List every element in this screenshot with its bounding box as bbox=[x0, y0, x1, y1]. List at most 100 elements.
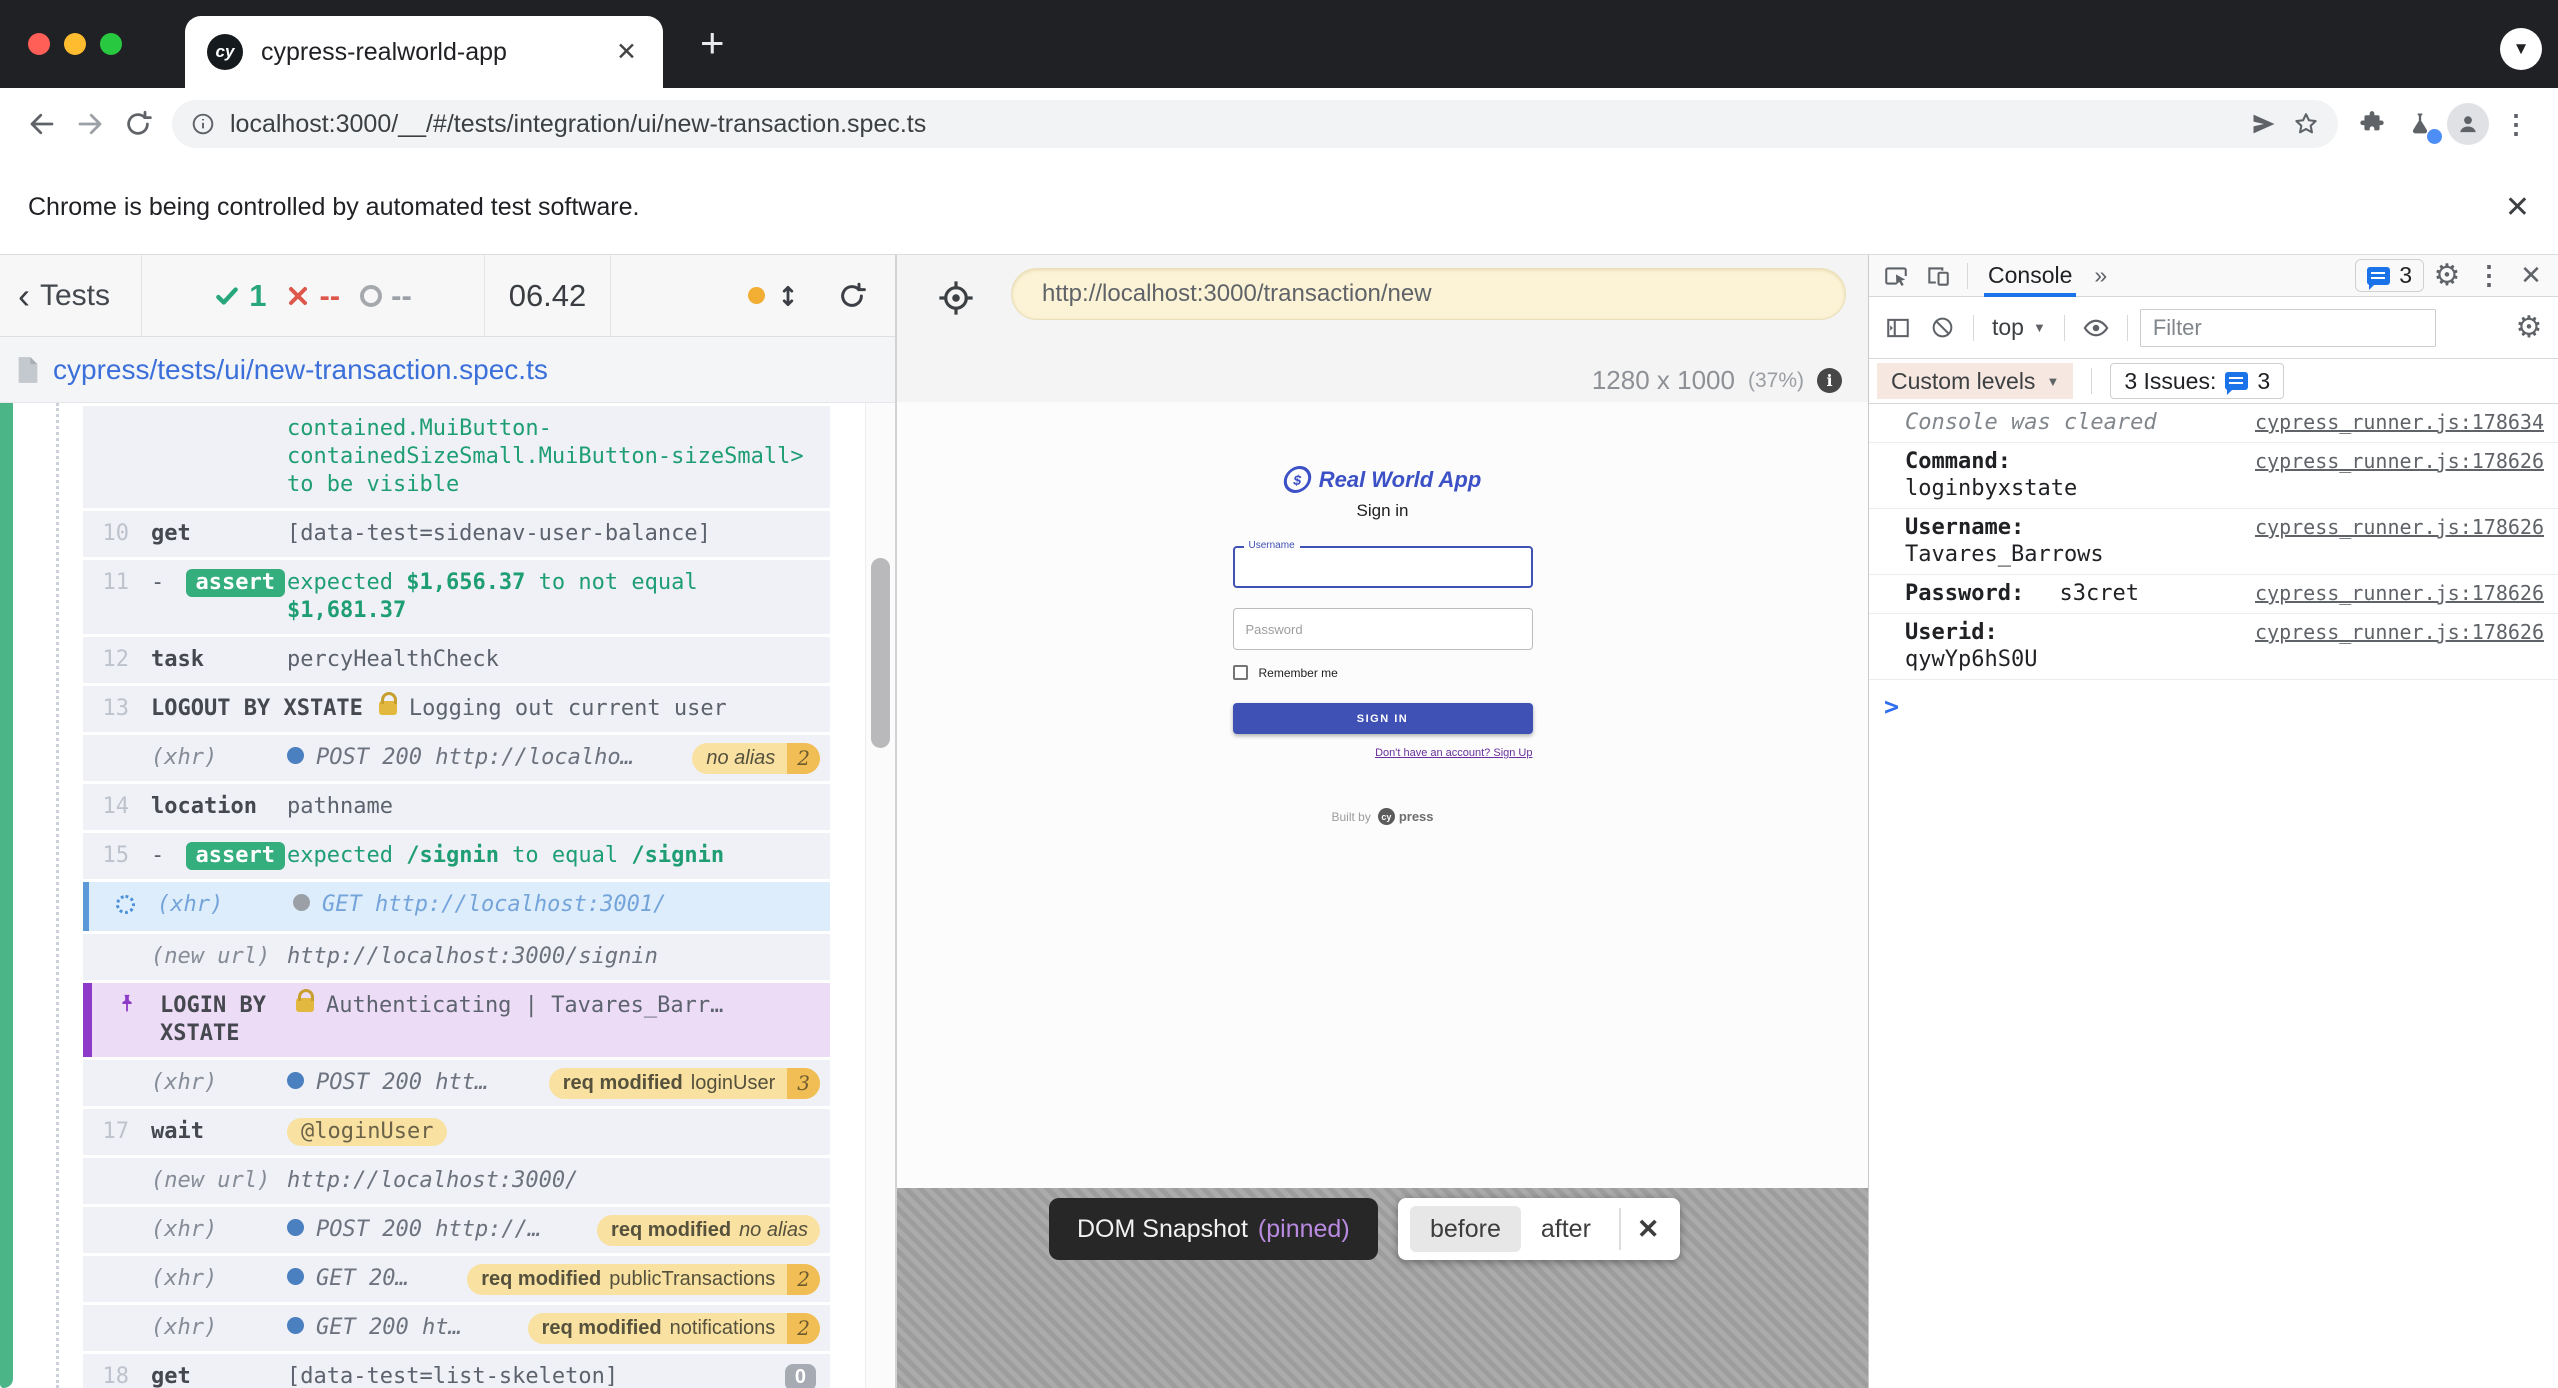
url-text[interactable]: localhost:3000/__/#/tests/integration/ui… bbox=[230, 110, 2236, 139]
command-row[interactable]: 13 LOGOUT BY XSTATE Logging out current … bbox=[83, 686, 830, 732]
info-icon[interactable]: i bbox=[1817, 368, 1842, 393]
forward-icon[interactable] bbox=[66, 100, 114, 148]
more-tabs-icon[interactable]: » bbox=[2094, 262, 2107, 289]
viewport-size: 1280 x 1000 bbox=[1591, 365, 1735, 395]
flask-badge-dot bbox=[2427, 129, 2442, 144]
console-message: Console was cleared cypress_runner.js:17… bbox=[1869, 404, 2558, 443]
log-levels-label: Custom levels bbox=[1891, 367, 2036, 394]
console-toolbar: top ▼ ⚙ bbox=[1869, 297, 2558, 359]
viewport-info: 1280 x 1000 (37%) i bbox=[1592, 365, 1842, 396]
command-message: expected $1,656.37 to not equal $1,681.3… bbox=[287, 570, 698, 623]
sign-in-button[interactable]: SIGN IN bbox=[1232, 703, 1533, 734]
source-link[interactable]: cypress_runner.js:178626 bbox=[2255, 619, 2544, 646]
username-input[interactable] bbox=[1234, 548, 1531, 586]
new-tab-button[interactable]: + bbox=[700, 20, 725, 66]
command-row[interactable]: 12 task percyHealthCheck bbox=[83, 637, 830, 683]
auto-scroll-toggle[interactable] bbox=[748, 282, 801, 310]
scrollbar-thumb[interactable] bbox=[871, 558, 890, 748]
command-message: @loginUser bbox=[287, 1118, 818, 1146]
site-info-icon[interactable] bbox=[190, 111, 216, 137]
command-method: LOGIN BY XSTATE bbox=[160, 993, 266, 1046]
devtools-menu-icon[interactable]: ⋮ bbox=[2470, 257, 2508, 295]
window-close-button[interactable] bbox=[28, 33, 50, 55]
command-row[interactable]: 18 get [data-test=list-skeleton] 0 bbox=[83, 1354, 830, 1388]
tab-console[interactable]: Console bbox=[1978, 255, 2082, 297]
aut-url-bar[interactable]: http://localhost:3000/transaction/new bbox=[1011, 268, 1846, 320]
password-input[interactable] bbox=[1233, 621, 1532, 637]
xhr-row[interactable]: (xhr) POST 200 http://localho… no alias … bbox=[83, 735, 830, 781]
remember-me-checkbox[interactable] bbox=[1232, 665, 1248, 680]
devtools-settings-icon[interactable]: ⚙ bbox=[2428, 257, 2466, 295]
javascript-context-dropdown[interactable]: top ▼ bbox=[1986, 314, 2052, 341]
command-method: location bbox=[151, 794, 257, 819]
selector-playground-icon[interactable] bbox=[937, 279, 975, 317]
browser-tab[interactable]: cy cypress-realworld-app ✕ bbox=[185, 16, 663, 88]
route-badge: req modified no alias bbox=[597, 1215, 820, 1246]
before-button[interactable]: before bbox=[1410, 1206, 1521, 1252]
bookmark-star-icon[interactable] bbox=[2292, 110, 2320, 138]
command-number: 15 bbox=[102, 843, 130, 868]
device-toolbar-icon[interactable] bbox=[1919, 257, 1957, 295]
xhr-row[interactable]: (xhr) GET 200 ht… req modified notificat… bbox=[83, 1305, 830, 1351]
live-expression-eye-icon[interactable] bbox=[2077, 309, 2115, 347]
console-prompt[interactable]: > bbox=[1869, 680, 2558, 721]
source-link[interactable]: cypress_runner.js:178634 bbox=[2255, 409, 2544, 436]
xhr-row-active[interactable]: (xhr) GET http://localhost:3001/ bbox=[83, 882, 830, 931]
devtools-close-icon[interactable]: ✕ bbox=[2512, 257, 2550, 295]
lock-icon bbox=[378, 692, 397, 715]
console-filter-input[interactable] bbox=[2139, 308, 2436, 347]
pin-icon bbox=[122, 994, 132, 1013]
sign-up-link[interactable]: Don't have an account? Sign Up bbox=[1375, 747, 1532, 759]
assert-dash: - bbox=[151, 570, 165, 595]
reporter-scrollbar[interactable] bbox=[865, 403, 895, 1388]
spec-file-link[interactable]: cypress/tests/ui/new-transaction.spec.ts bbox=[53, 354, 548, 386]
tab-close-icon[interactable]: ✕ bbox=[612, 33, 641, 71]
console-sidebar-icon[interactable] bbox=[1879, 309, 1917, 347]
command-row[interactable]: contained.MuiButton- containedSizeSmall.… bbox=[83, 406, 830, 508]
console-log-value: qywYp6hS0U bbox=[1905, 647, 2038, 672]
route-badge: req modified notifications 2 bbox=[527, 1313, 820, 1344]
command-row[interactable]: 11 - assert expected $1,656.37 to not eq… bbox=[83, 560, 830, 634]
xhr-row[interactable]: (xhr) GET 20… req modified publicTransac… bbox=[83, 1256, 830, 1302]
test-duration: 06.42 bbox=[485, 255, 611, 336]
reload-icon[interactable] bbox=[114, 100, 162, 148]
back-to-tests-button[interactable]: ‹ Tests bbox=[0, 255, 142, 336]
address-bar[interactable]: localhost:3000/__/#/tests/integration/ui… bbox=[172, 100, 2338, 148]
command-row[interactable]: 14 location pathname bbox=[83, 784, 830, 830]
issues-button[interactable]: 3 Issues: 3 bbox=[2110, 363, 2285, 399]
xhr-row[interactable]: (xhr) POST 200 htt… req modified loginUs… bbox=[83, 1060, 830, 1106]
password-field[interactable] bbox=[1232, 608, 1533, 650]
back-icon[interactable] bbox=[18, 100, 66, 148]
snapshot-close-icon[interactable]: ✕ bbox=[1629, 1214, 1668, 1245]
command-row[interactable]: 10 get [data-test=sidenav-user-balance] bbox=[83, 511, 830, 557]
username-field[interactable]: Username bbox=[1232, 540, 1533, 588]
rerun-tests-icon[interactable] bbox=[837, 281, 867, 311]
profile-avatar[interactable] bbox=[2444, 100, 2492, 148]
source-link[interactable]: cypress_runner.js:178626 bbox=[2255, 448, 2544, 475]
infobar-close-icon[interactable]: ✕ bbox=[2505, 190, 2530, 225]
window-zoom-button[interactable] bbox=[100, 33, 122, 55]
command-message: Logging out current user bbox=[378, 692, 818, 723]
source-link[interactable]: cypress_runner.js:178626 bbox=[2255, 580, 2544, 607]
inspect-element-icon[interactable] bbox=[1877, 257, 1915, 295]
send-icon[interactable] bbox=[2250, 110, 2278, 138]
aut-url-text: http://localhost:3000/transaction/new bbox=[1042, 280, 1432, 307]
new-url-row[interactable]: (new url) http://localhost:3000/ bbox=[83, 1158, 830, 1204]
new-url-row[interactable]: (new url) http://localhost:3000/signin bbox=[83, 934, 830, 980]
source-link[interactable]: cypress_runner.js:178626 bbox=[2255, 514, 2544, 541]
command-row[interactable]: 15 - assert expected /signin to equal /s… bbox=[83, 833, 830, 879]
experiments-flask-icon[interactable] bbox=[2396, 100, 2444, 148]
console-settings-icon[interactable]: ⚙ bbox=[2510, 309, 2548, 347]
window-minimize-button[interactable] bbox=[64, 33, 86, 55]
xhr-row[interactable]: (xhr) POST 200 http://… req modified no … bbox=[83, 1207, 830, 1253]
after-button[interactable]: after bbox=[1521, 1215, 1611, 1244]
browser-menu-icon[interactable]: ⋮ bbox=[2492, 100, 2540, 148]
log-levels-dropdown[interactable]: Custom levels ▼ bbox=[1877, 363, 2074, 399]
clear-console-icon[interactable] bbox=[1923, 309, 1961, 347]
extensions-puzzle-icon[interactable] bbox=[2348, 100, 2396, 148]
console-messages-badge[interactable]: 3 bbox=[2355, 259, 2424, 292]
command-row[interactable]: 17 wait @loginUser bbox=[83, 1109, 830, 1155]
tab-search-dropdown-icon[interactable]: ▼ bbox=[2500, 28, 2542, 70]
command-row-pinned[interactable]: LOGIN BY XSTATE Authenticating | Tavares… bbox=[83, 983, 830, 1057]
built-by-footer: Built by cy press bbox=[1233, 808, 1533, 825]
